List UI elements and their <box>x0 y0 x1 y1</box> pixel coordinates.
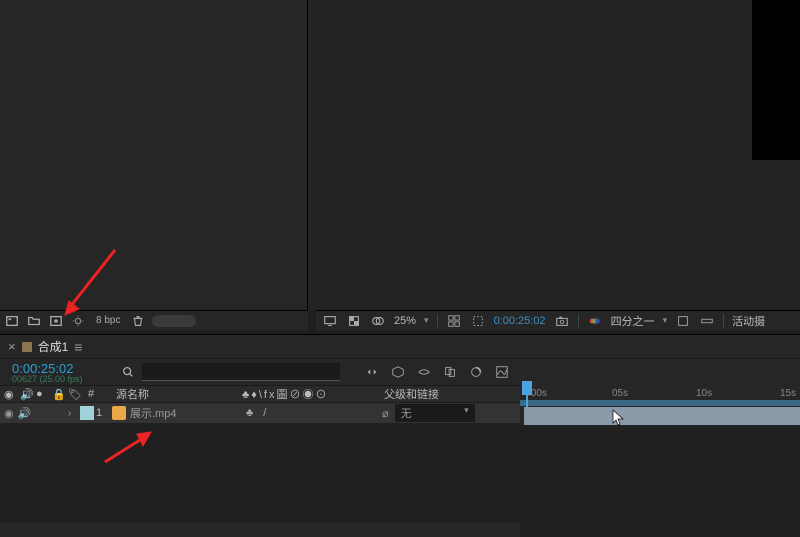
motion-blur-icon[interactable] <box>468 364 484 380</box>
interpret-footage-icon[interactable] <box>4 313 20 329</box>
video-file-icon <box>112 406 126 420</box>
layer-switch-collapse[interactable]: / <box>263 407 266 419</box>
separator <box>578 314 579 328</box>
layer-switch-shy[interactable]: ♣ <box>246 407 253 419</box>
comp-mini-flow-icon[interactable] <box>364 364 380 380</box>
expand-layer-caret[interactable]: › <box>68 408 78 419</box>
toggle-transparency-icon[interactable] <box>346 313 362 329</box>
frame-info: 00627 (25.00 fps) <box>12 374 120 384</box>
layer-visibility-toggle[interactable]: ◉ <box>4 407 14 420</box>
timeline-panel: × 合成1 ≡ 0:00:25:02 00627 (25.00 fps) <box>0 334 800 537</box>
resolution-dropdown[interactable]: 四分之一 <box>611 313 655 329</box>
composition-viewer[interactable] <box>308 0 800 310</box>
toggle-pixel-icon[interactable] <box>675 313 691 329</box>
ruler-tick: 05s <box>612 388 628 399</box>
camera-dropdown[interactable]: 活动摄 <box>732 313 765 329</box>
chevron-down-icon: ▾ <box>424 315 429 326</box>
parent-dropdown[interactable]: 无 ▾ <box>395 404 475 422</box>
layer-color-label[interactable] <box>80 406 94 420</box>
mouse-cursor-icon <box>612 409 626 427</box>
ruler-tick: 15s <box>780 388 796 399</box>
layer-duration-bar[interactable] <box>524 407 800 425</box>
chevron-down-icon: ▾ <box>663 315 668 326</box>
chevron-down-icon: ▾ <box>464 405 469 421</box>
work-area-bar[interactable] <box>520 400 800 406</box>
timeline-icon[interactable] <box>699 313 715 329</box>
graph-editor-icon[interactable] <box>494 364 510 380</box>
parent-column-header: 父级和链接 <box>380 386 508 402</box>
timeline-track-area[interactable]: :00s 05s 10s 15s <box>520 361 800 537</box>
composition-color-icon <box>22 342 32 352</box>
audio-column-icon[interactable]: 🔊 <box>20 388 32 401</box>
empty-layer-area <box>0 423 520 523</box>
label-column-icon[interactable]: 🏷 <box>68 388 82 401</box>
project-panel-toolbar: 8 bpc <box>0 310 308 330</box>
panel-menu-icon[interactable]: ≡ <box>74 339 82 355</box>
new-composition-icon[interactable] <box>48 313 64 329</box>
resolution-grid-icon[interactable] <box>446 313 462 329</box>
lock-column-icon[interactable]: 🔒 <box>52 388 64 401</box>
layer-audio-toggle[interactable]: 🔊 <box>18 407 32 420</box>
layer-name[interactable]: 展示.mp4 <box>130 405 176 421</box>
playhead[interactable] <box>522 381 532 395</box>
index-column-header: # <box>88 388 94 401</box>
timeline-tab-row: × 合成1 ≡ <box>0 335 800 359</box>
monitor-icon[interactable] <box>322 313 338 329</box>
project-settings-icon[interactable] <box>70 313 86 329</box>
zoom-dropdown[interactable]: 25% <box>394 315 416 327</box>
viewer-toolbar: 25% ▾ 0:00:25:02 四分之一 ▾ 活动摄 <box>316 310 800 330</box>
separator <box>437 314 438 328</box>
parent-value: 无 <box>401 405 412 421</box>
eye-column-icon[interactable]: ◉ <box>4 388 16 401</box>
separator <box>723 314 724 328</box>
viewer-area <box>0 0 800 310</box>
channel-icon[interactable] <box>587 313 603 329</box>
project-search-pill[interactable] <box>152 315 196 327</box>
viewport-black-region <box>752 0 800 160</box>
layer-row[interactable]: ◉ 🔊 › 1 展示.mp4 ♣ / <box>0 403 520 423</box>
ruler-tick: 10s <box>696 388 712 399</box>
mask-icon[interactable] <box>370 313 386 329</box>
new-folder-icon[interactable] <box>26 313 42 329</box>
layer-search-input[interactable] <box>142 363 340 381</box>
switches-column-header: ♣♦\fx圖⊘◉⊙ <box>240 386 380 402</box>
delete-icon[interactable] <box>130 313 146 329</box>
solo-column-icon[interactable]: ● <box>36 388 48 401</box>
search-icon <box>120 364 136 380</box>
frame-blend-icon[interactable] <box>442 364 458 380</box>
shy-icon[interactable] <box>416 364 432 380</box>
layer-column-header: ◉ 🔊 ● 🔒 🏷 # 源名称 ♣♦\fx圖⊘◉⊙ 父级和链接 <box>0 385 520 403</box>
pickwhip-icon[interactable]: ⌀ <box>382 407 389 420</box>
viewer-timecode[interactable]: 0:00:25:02 <box>494 315 546 327</box>
roi-icon[interactable] <box>470 313 486 329</box>
timeline-header: 0:00:25:02 00627 (25.00 fps) <box>0 359 520 385</box>
close-panel-icon[interactable]: × <box>8 339 16 354</box>
track-empty-area <box>520 425 800 537</box>
draft3d-icon[interactable] <box>390 364 406 380</box>
timeline-tab-name[interactable]: 合成1 <box>38 338 69 355</box>
layer-index: 1 <box>96 407 102 419</box>
source-name-column-header[interactable]: 源名称 <box>110 386 240 402</box>
snapshot-icon[interactable] <box>554 313 570 329</box>
project-panel <box>0 0 308 310</box>
color-depth-button[interactable]: 8 bpc <box>92 315 124 326</box>
